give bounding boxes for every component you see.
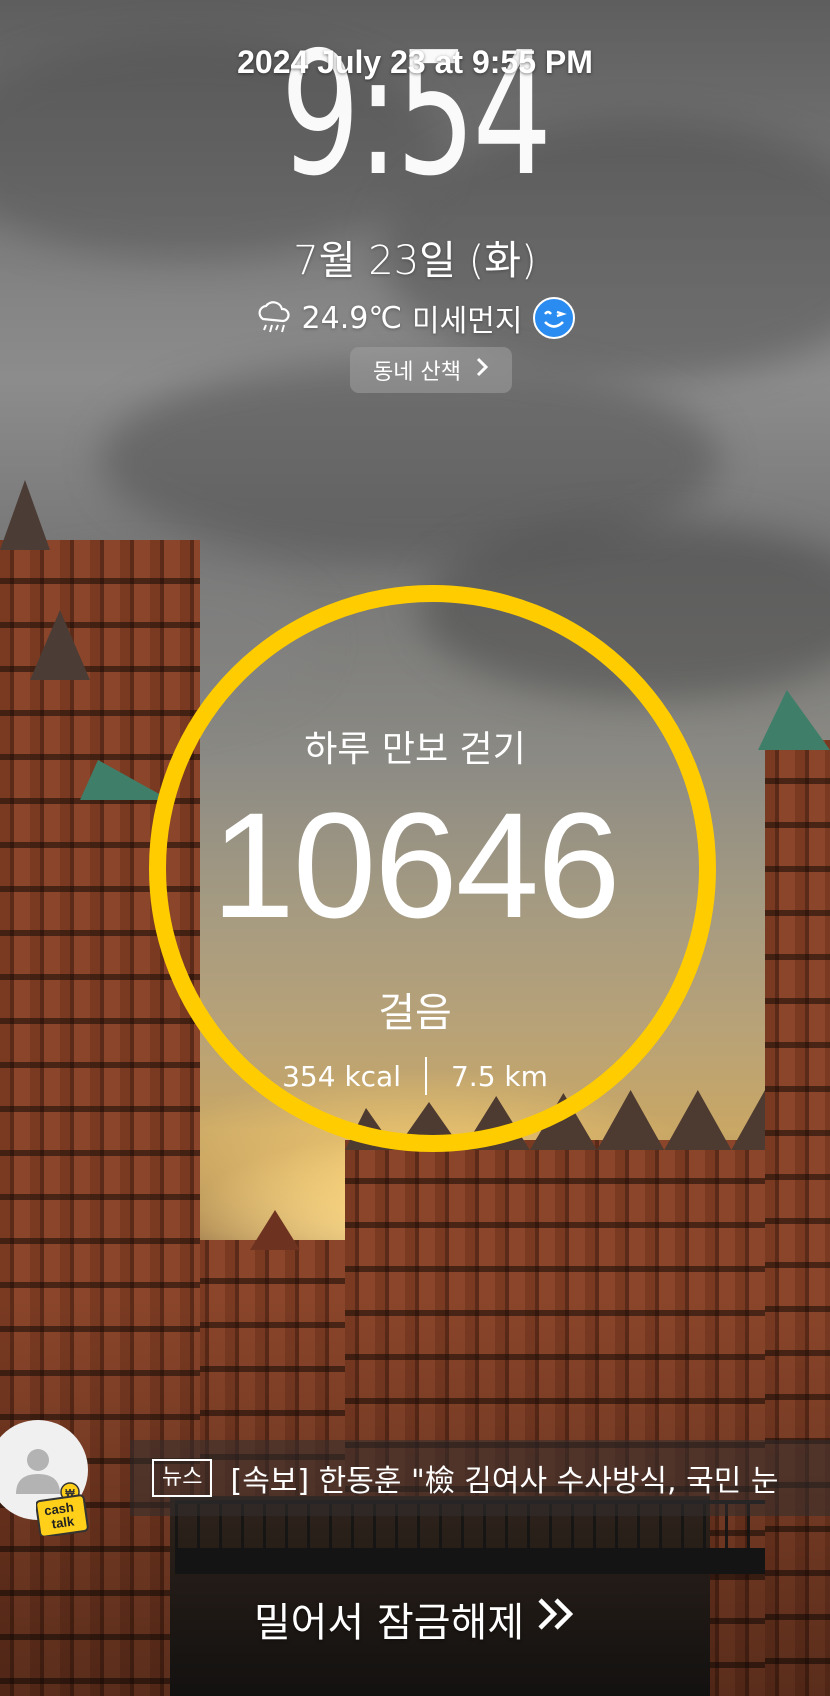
stats-divider [424, 1057, 427, 1095]
step-unit: 걸음 [378, 990, 452, 1036]
weather-row[interactable]: 24.9℃ 미세먼지 [0, 296, 830, 340]
pedometer-stats: 354 kcal 7.5 km [0, 1057, 830, 1095]
smiley-face-icon [532, 296, 576, 340]
calories: 354 kcal [282, 1059, 401, 1093]
news-tag: 뉴스 [152, 1459, 213, 1497]
double-chevron-right-icon [536, 1596, 576, 1642]
chevron-right-icon [475, 356, 489, 384]
news-headline: [속보] 한동훈 "檢 김여사 수사방식, 국민 눈 [230, 1464, 779, 1499]
lockscreen-date: 7월 23일 (화) [293, 238, 537, 284]
pedometer-title: 하루 만보 걷기 [304, 729, 526, 770]
swipe-to-unlock[interactable]: 밀어서 잠금해제 [0, 1590, 830, 1648]
svg-text:talk: talk [51, 1513, 76, 1531]
temperature: 24.9℃ [301, 300, 403, 336]
dust-label: 미세먼지 [412, 304, 523, 339]
neighborhood-walk-button[interactable]: 동네 산책 [350, 347, 512, 393]
screenshot-timestamp: 2024 July 23 at 9:55 PM [237, 44, 593, 80]
walk-chip-label: 동네 산책 [373, 360, 461, 385]
rain-cloud-icon [254, 299, 292, 337]
cash-talk-badge[interactable]: ₩ cash talk [35, 1480, 92, 1538]
unlock-label: 밀어서 잠금해제 [253, 1600, 525, 1646]
step-count: 10646 [211, 781, 620, 949]
cash-talk-icon: ₩ cash talk [35, 1482, 89, 1538]
distance: 7.5 km [450, 1059, 548, 1093]
news-ticker[interactable]: 뉴스 [속보] 한동훈 "檢 김여사 수사방식, 국민 눈 [130, 1440, 830, 1516]
